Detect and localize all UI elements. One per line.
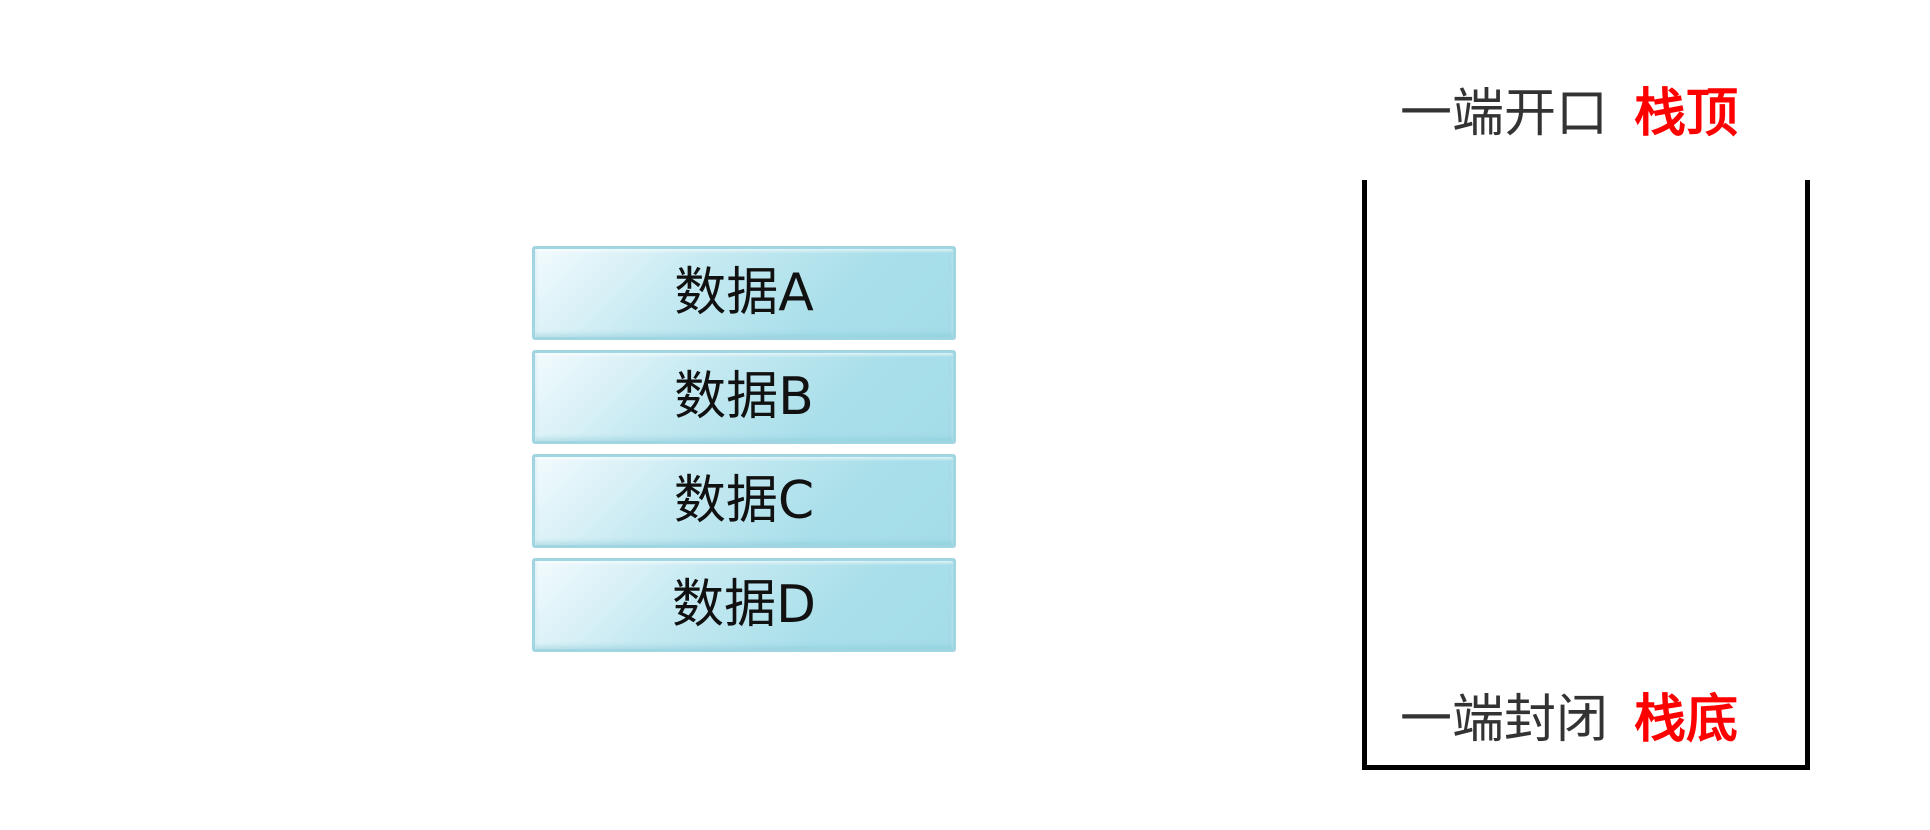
data-block-d: 数据D (532, 558, 956, 652)
data-block-label: 数据C (673, 471, 815, 531)
stack-bottom-term: 栈底 (1634, 690, 1739, 750)
stack-bottom-description: 一端封闭 (1400, 690, 1609, 750)
stack-bottom-caption: 一端封闭 栈底 (1400, 694, 1738, 746)
stack-container (1362, 180, 1810, 770)
stack-top-term: 栈顶 (1634, 84, 1739, 144)
data-block-c: 数据C (532, 454, 956, 548)
data-block-stack: 数据A 数据B 数据C 数据D (532, 246, 956, 662)
data-block-b: 数据B (532, 350, 956, 444)
stack-top-description: 一端开口 (1400, 84, 1609, 144)
data-block-a: 数据A (532, 246, 956, 340)
stack-top-caption: 一端开口 栈顶 (1400, 88, 1738, 140)
data-block-label: 数据D (671, 575, 817, 635)
data-block-label: 数据B (674, 367, 814, 427)
data-block-label: 数据A (674, 263, 814, 323)
